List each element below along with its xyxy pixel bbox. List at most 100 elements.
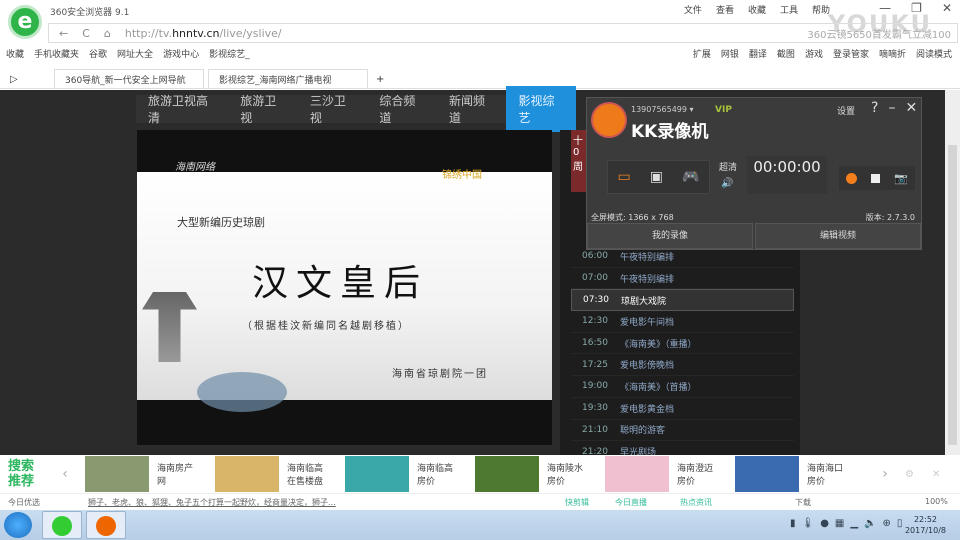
schedule-row[interactable]: 16:50 《海南美》（重播） <box>571 333 794 355</box>
recommend-item[interactable]: 海南临高 房价 <box>345 456 475 492</box>
channel-tab[interactable]: 三沙卫视 <box>298 86 368 132</box>
schedule-time: 17:25 <box>582 359 608 370</box>
quality-selector[interactable]: 超清 <box>719 160 737 173</box>
tool-bank[interactable]: 网银 <box>721 47 739 60</box>
minimize-icon[interactable]: – <box>888 100 895 116</box>
tool-extensions[interactable]: 扩展 <box>693 47 711 60</box>
video-player[interactable]: 海南网络 大型新编历史琼剧 汉文皇后 （根据桂汶新编同名越剧移植） 海南省琼剧院… <box>137 130 552 445</box>
bookmark[interactable]: 网址大全 <box>117 47 153 60</box>
recommend-title: 海南陵水 <box>547 464 584 474</box>
status-news[interactable]: 热点资讯 <box>680 497 712 508</box>
channel-tab[interactable]: 旅游卫视高清 <box>136 86 228 132</box>
stop-button[interactable] <box>871 173 881 183</box>
recommend-item[interactable]: 海南海口 房价 <box>735 456 865 492</box>
status-live[interactable]: 今日直播 <box>615 497 647 508</box>
tool-translate[interactable]: 翻译 <box>749 47 767 60</box>
prev-arrow-icon[interactable]: ‹ <box>45 466 85 482</box>
schedule-row[interactable]: 07:00 午夜特别编排 <box>571 268 794 290</box>
recommend-item[interactable]: 海南临高 在售楼盘 <box>215 456 345 492</box>
close-recommend-icon[interactable]: ✕ <box>932 469 940 480</box>
channel-tab[interactable]: 综合频道 <box>367 86 437 132</box>
kk-logo-icon <box>591 102 627 138</box>
schedule-row[interactable]: 19:00 《海南美》（首播） <box>571 376 794 398</box>
edit-video-button[interactable]: 编辑视频 <box>755 223 921 249</box>
recommend-subtitle: 房价 <box>807 477 826 487</box>
recommend-thumbnail <box>605 456 669 492</box>
channel-tab[interactable]: 新闻频道 <box>437 86 507 132</box>
taskbar-kk-recorder[interactable] <box>86 511 126 539</box>
schedule-time: 19:00 <box>582 381 608 392</box>
recommend-item[interactable]: 海南陵水 房价 <box>475 456 605 492</box>
next-arrow-icon[interactable]: › <box>865 466 905 482</box>
address-bar[interactable]: ← C ⌂ http://tv.hnntv.cn/live/yslive/ 36… <box>48 23 958 43</box>
my-recordings-button[interactable]: 我的录像 <box>587 223 753 249</box>
menu-tools[interactable]: 工具 <box>780 3 798 16</box>
recommend-title: 海南海口 <box>807 464 844 474</box>
schedule-program: 琼剧大戏院 <box>620 296 666 307</box>
menu-file[interactable]: 文件 <box>684 3 702 16</box>
zoom-level[interactable]: 100% <box>925 497 948 506</box>
region-mode-icon[interactable]: ▣ <box>650 169 663 185</box>
schedule-program: 爱电影午间档 <box>619 317 674 328</box>
schedule-row[interactable]: 17:25 爱电影傍晚档 <box>571 354 794 377</box>
schedule-program: 爱电影傍晚档 <box>619 361 674 372</box>
schedule-time: 07:30 <box>583 295 609 306</box>
recommend-title: 海南临高 <box>417 464 454 474</box>
bookmark[interactable]: 谷歌 <box>89 47 107 60</box>
menu-favorites[interactable]: 收藏 <box>748 3 766 16</box>
kk-user[interactable]: 13907565499 ▾ <box>631 105 694 114</box>
close-icon[interactable]: ✕ <box>905 100 917 116</box>
search-input[interactable]: 360云镜5650首发霸气立减100 <box>807 26 951 41</box>
menu-view[interactable]: 查看 <box>716 3 734 16</box>
record-button[interactable] <box>846 172 858 184</box>
close-button[interactable]: ✕ <box>942 1 952 15</box>
help-icon[interactable]: ? <box>871 100 878 116</box>
kk-settings-button[interactable]: 设置 <box>837 104 855 117</box>
recommend-item[interactable]: 海南房产网 <box>85 456 215 492</box>
schedule-time: 19:30 <box>582 403 608 414</box>
channel-tab[interactable]: 旅游卫视 <box>228 86 298 132</box>
game-mode-icon[interactable]: 🎮 <box>682 169 699 185</box>
schedule-program: 聪明的游客 <box>619 426 665 437</box>
tool-discount[interactable]: 嘀嘀折 <box>879 47 906 60</box>
schedule-program: 爱电影黄金档 <box>619 404 674 415</box>
taskbar-360-browser[interactable] <box>42 511 82 539</box>
refresh-icon[interactable]: C <box>82 27 90 40</box>
fullscreen-mode-icon[interactable]: ▭ <box>618 169 631 185</box>
camera-icon[interactable]: 📷 <box>894 172 908 185</box>
clock[interactable]: 22:52 2017/10/8 <box>905 514 946 536</box>
channel-tab-active[interactable]: 影视综艺 <box>506 86 577 132</box>
recommend-thumbnail <box>345 456 409 492</box>
status-download[interactable]: 下载 <box>795 497 811 508</box>
tool-screenshot[interactable]: 截图 <box>777 47 795 60</box>
tool-reader[interactable]: 阅读模式 <box>916 47 952 60</box>
news-ticker[interactable]: 狮子、老虎、狼、狐狸、兔子五个打算一起野炊，经商量决定，狮子... <box>88 497 336 508</box>
tool-login[interactable]: 登录管家 <box>833 47 869 60</box>
back-icon[interactable]: ← <box>59 27 68 40</box>
home-icon[interactable]: ⌂ <box>104 27 111 40</box>
settings-icon[interactable]: ⚙ <box>905 469 914 480</box>
system-tray-icons[interactable]: ▮🌡●▦▁🔈⊕▯ <box>790 518 908 529</box>
start-button[interactable] <box>4 512 32 538</box>
taskbar: ▮🌡●▦▁🔈⊕▯ 22:52 2017/10/8 <box>0 510 960 540</box>
kk-vip-badge: VIP <box>715 105 732 115</box>
bookmark[interactable]: 收藏 <box>6 47 24 60</box>
version-info: 版本: 2.7.3.0 <box>865 213 915 222</box>
schedule-row[interactable]: 07:30 琼剧大戏院 <box>571 289 794 312</box>
bookmark[interactable]: 游戏中心 <box>163 47 199 60</box>
today-picks[interactable]: 今日优选 <box>8 497 40 508</box>
recommend-item[interactable]: 海南澄迈 房价 <box>605 456 735 492</box>
scrollbar-thumb[interactable] <box>948 145 957 445</box>
schedule-time: 06:00 <box>582 251 608 262</box>
tool-games[interactable]: 游戏 <box>805 47 823 60</box>
schedule-row[interactable]: 12:30 爱电影午间档 <box>571 311 794 333</box>
schedule-row[interactable]: 21:10 聪明的游客 <box>571 420 794 442</box>
url-text[interactable]: http://tv.hnntv.cn/live/yslive/ <box>125 27 282 40</box>
bookmark[interactable]: 影视综艺_ <box>209 47 250 60</box>
volume-icon[interactable]: 🔊 <box>721 178 733 189</box>
status-quickclip[interactable]: 快剪辑 <box>565 497 589 508</box>
bookmark[interactable]: 手机收藏夹 <box>34 47 79 60</box>
schedule-row[interactable]: 19:30 爱电影黄金档 <box>571 398 794 420</box>
sidebar-toggle-icon[interactable]: ▷ <box>0 71 50 88</box>
recommend-subtitle: 房价 <box>417 477 436 487</box>
